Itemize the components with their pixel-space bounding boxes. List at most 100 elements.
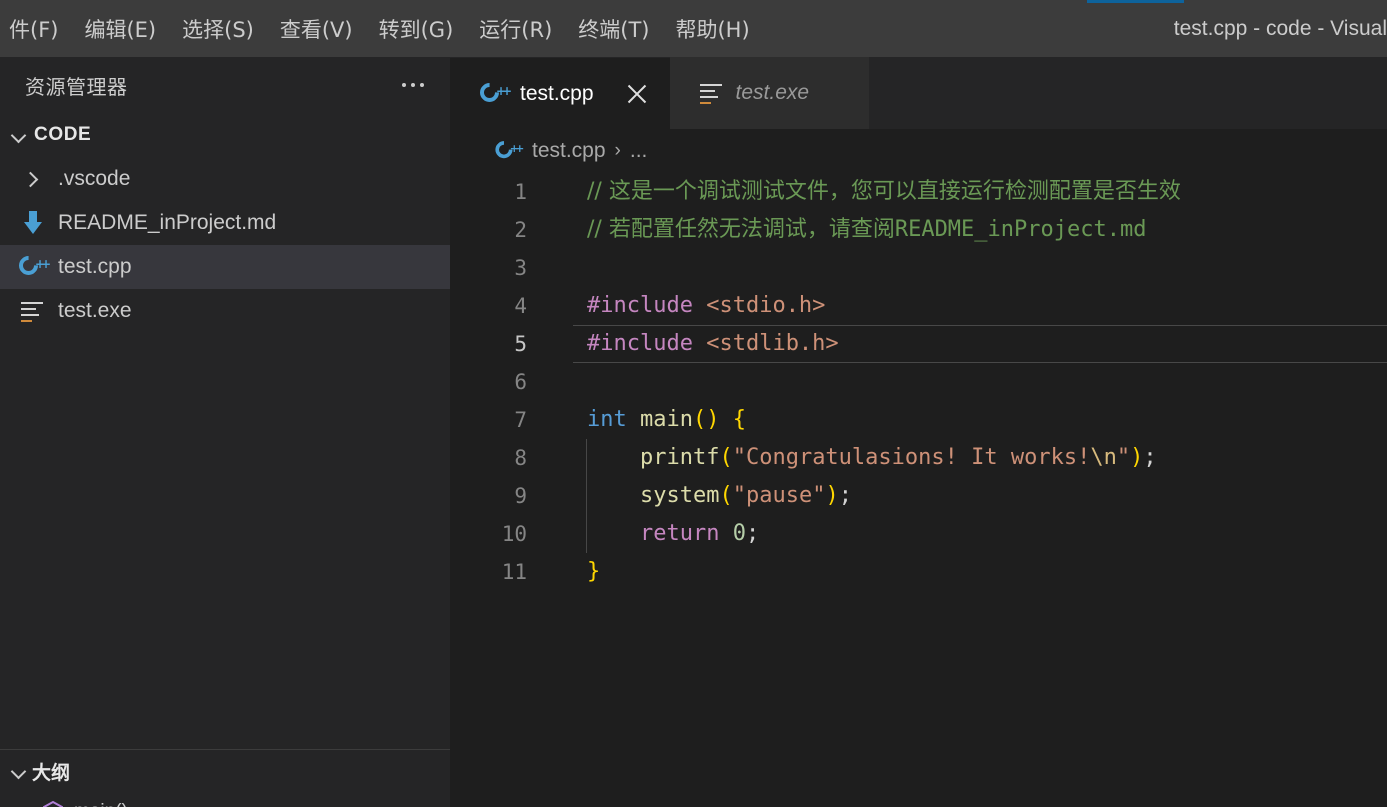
code-line: 10 return 0; xyxy=(450,515,1387,553)
indent-guide xyxy=(586,439,587,477)
code-token: README_inProject.md xyxy=(894,217,1147,242)
close-icon[interactable] xyxy=(614,71,660,117)
ellipsis-dot-icon xyxy=(402,83,406,87)
file-icon-wrapper: + + xyxy=(15,252,51,281)
explorer-title: 资源管理器 xyxy=(25,76,128,99)
file-tree-item-label: README_inProject.md xyxy=(58,211,277,234)
menu-selection[interactable]: 选择(S) xyxy=(169,10,267,48)
line-number: 7 xyxy=(514,408,527,432)
breadcrumb-separator-icon: › xyxy=(614,140,621,161)
code-token: <stdlib.h> xyxy=(706,331,839,356)
more-actions-button[interactable] xyxy=(398,77,428,93)
code-token: // 这是一个调试测试文件，您可以直接运行检测配置是否生效 xyxy=(587,179,1181,204)
explorer-sidebar: 资源管理器 CODE .vscode README_inProject.md + + t… xyxy=(0,57,450,807)
code-token: ; xyxy=(745,521,760,546)
code-line: 5 #include <stdlib.h> xyxy=(450,325,1387,363)
code-token: ( xyxy=(719,445,733,470)
line-number: 10 xyxy=(501,522,527,546)
code-token: \n xyxy=(1090,445,1117,470)
code-token: #include xyxy=(587,293,693,318)
code-line: 3 xyxy=(450,249,1387,287)
code-token: ) xyxy=(1130,445,1144,470)
tab-test-exe[interactable]: test.exe xyxy=(669,57,870,129)
code-line: 6 xyxy=(450,363,1387,401)
code-line-text: printf("Congratulasions! It works!\n"); xyxy=(535,439,1157,477)
file-tree-item-test-cpp[interactable]: + + test.cpp xyxy=(0,245,450,289)
code-line-text: int main() { xyxy=(535,401,746,439)
file-tree: .vscode README_inProject.md + + test.cpp test… xyxy=(0,157,450,333)
menu-go[interactable]: 转到(G) xyxy=(366,10,467,48)
cpp-icon: + + xyxy=(476,78,512,107)
outline-section-header[interactable]: 大纲 xyxy=(0,750,450,792)
ellipsis-dot-icon xyxy=(411,83,415,87)
file-tree-item-label: test.cpp xyxy=(58,255,132,278)
ellipsis-dot-icon xyxy=(420,83,424,87)
file-tree-item-test-exe[interactable]: test.exe xyxy=(0,289,450,333)
code-line-text: // 若配置任然无法调试，请查阅README_inProject.md xyxy=(535,211,1147,249)
code-token: #include xyxy=(587,331,693,356)
code-token: printf xyxy=(639,445,720,470)
tab-icon-wrapper xyxy=(699,83,724,104)
window-title-text: test.cpp - code - Visual xyxy=(1173,16,1387,40)
menu-bar: 件(F) 编辑(E) 选择(S) 查看(V) 转到(G) 运行(R) 终端(T) 帮助(H) xyxy=(0,0,763,57)
markdown-icon xyxy=(21,210,45,236)
menu-help[interactable]: 帮助(H) xyxy=(662,10,762,48)
code-token: // 若配置任然无法调试，请查阅 xyxy=(587,217,895,242)
menu-file[interactable]: 件(F) xyxy=(0,10,71,48)
line-number: 11 xyxy=(501,560,527,584)
code-token: main xyxy=(640,407,693,432)
code-line: 2 // 若配置任然无法调试，请查阅README_inProject.md xyxy=(450,211,1387,249)
window-focus-accent xyxy=(1087,0,1184,3)
chevron-down-icon xyxy=(6,758,32,784)
code-token: return xyxy=(639,521,720,546)
tab-icon-wrapper: + + xyxy=(476,78,512,107)
outline-section-label: 大纲 xyxy=(32,762,71,784)
folder-section-label: CODE xyxy=(34,124,92,145)
line-number: 5 xyxy=(514,332,527,356)
code-line-text: system("pause"); xyxy=(535,477,852,515)
breadcrumb-file-label: test.cpp xyxy=(532,139,606,162)
code-token: <stdio.h> xyxy=(706,293,826,318)
code-token: " xyxy=(1116,445,1131,470)
chevron-down-icon xyxy=(6,122,32,148)
line-number: 9 xyxy=(514,484,527,508)
file-tree-item-vscode[interactable]: .vscode xyxy=(0,157,450,201)
indent-guide xyxy=(586,477,587,515)
file-tree-item-label: test.exe xyxy=(58,299,132,322)
menu-edit[interactable]: 编辑(E) xyxy=(71,10,169,48)
code-token: 0 xyxy=(732,521,746,546)
code-token: system xyxy=(639,483,720,508)
menu-run[interactable]: 运行(R) xyxy=(466,10,565,48)
breadcrumb: + + test.cpp › ... xyxy=(450,129,1387,173)
line-number: 8 xyxy=(514,446,527,470)
code-token: int xyxy=(587,407,627,432)
code-token: ( xyxy=(719,483,733,508)
tab-test-cpp[interactable]: + + test.cpp xyxy=(450,57,670,129)
breadcrumb-file[interactable]: + + test.cpp xyxy=(491,137,606,164)
file-tree-item-readme-inproject-md[interactable]: README_inProject.md xyxy=(0,201,450,245)
file-icon-wrapper xyxy=(16,209,50,237)
indent-guide xyxy=(586,515,587,553)
code-line: 9 system("pause"); xyxy=(450,477,1387,515)
menu-view[interactable]: 查看(V) xyxy=(267,10,366,48)
code-token: } xyxy=(587,559,601,584)
line-number: 3 xyxy=(514,256,527,280)
code-line-text: return 0; xyxy=(535,515,759,553)
outline-panel: 大纲 main() xyxy=(0,749,450,807)
code-editor[interactable]: 1 // 这是一个调试测试文件，您可以直接运行检测配置是否生效 2 // 若配置任然无… xyxy=(450,173,1387,807)
folder-section-code[interactable]: CODE xyxy=(0,113,450,157)
binary-icon xyxy=(21,301,45,322)
code-token: ; xyxy=(838,483,852,508)
menu-terminal[interactable]: 终端(T) xyxy=(565,10,662,48)
breadcrumb-overflow[interactable]: ... xyxy=(630,139,648,163)
line-number: 6 xyxy=(514,370,527,394)
method-icon xyxy=(40,799,66,807)
explorer-header: 资源管理器 xyxy=(0,57,450,113)
code-token: () xyxy=(692,407,720,432)
vscode-window: 件(F) 编辑(E) 选择(S) 查看(V) 转到(G) 运行(R) 终端(T) 帮助(H) … xyxy=(0,0,1387,807)
outline-item-main[interactable]: main() xyxy=(0,792,450,807)
